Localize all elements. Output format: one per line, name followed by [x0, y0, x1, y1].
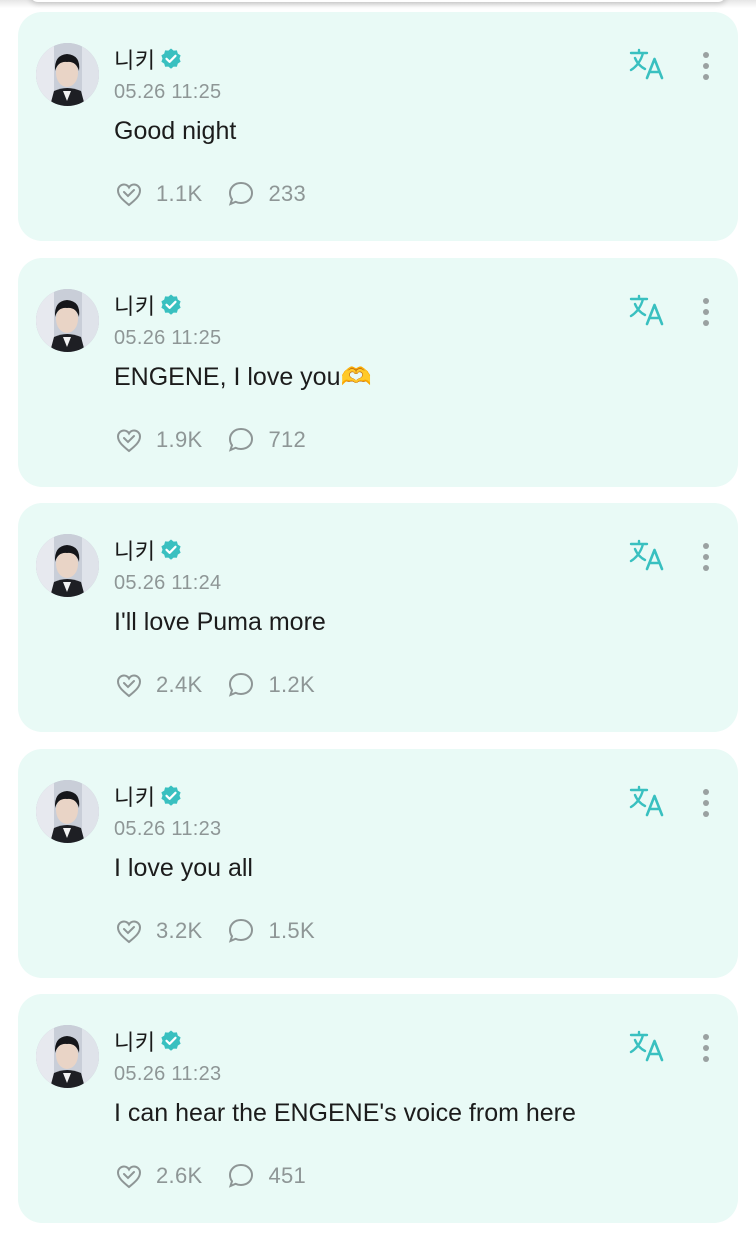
- comment-count: 1.5K: [268, 917, 315, 943]
- post-text: I'll love Puma more: [114, 608, 326, 636]
- like-count: 3.2K: [156, 917, 203, 943]
- more-vertical-icon[interactable]: [694, 50, 718, 82]
- author-name[interactable]: 니키: [114, 289, 155, 321]
- translate-icon[interactable]: [628, 1030, 666, 1062]
- post-text: Good night: [114, 117, 237, 145]
- like-stat[interactable]: 3.2K: [114, 916, 202, 946]
- comment-count: 233: [268, 181, 307, 206]
- more-vertical-icon[interactable]: [694, 541, 718, 573]
- like-stat[interactable]: 1.1K: [114, 179, 202, 209]
- comment-stat[interactable]: 1.2K: [226, 670, 315, 700]
- post-text: ENGENE, I love you🫶: [114, 362, 372, 391]
- author-row: 니키: [114, 43, 183, 75]
- avatar[interactable]: [36, 43, 99, 106]
- avatar[interactable]: [36, 779, 99, 843]
- like-heart-icon[interactable]: [114, 179, 144, 209]
- post-card[interactable]: 니키 05.26 11:24 I'll love Puma more 2.4K …: [18, 503, 738, 732]
- post-stats: 1.9K 712: [114, 425, 330, 455]
- post-card[interactable]: 니키 05.26 11:25 Good night 1.1K 233: [18, 12, 738, 241]
- like-stat[interactable]: 2.4K: [114, 670, 202, 700]
- author-name[interactable]: 니키: [114, 780, 155, 812]
- comment-bubble-icon[interactable]: [226, 179, 256, 209]
- translate-icon[interactable]: [628, 785, 666, 817]
- more-vertical-icon[interactable]: [694, 296, 718, 328]
- avatar[interactable]: [36, 534, 99, 597]
- comment-stat[interactable]: 233: [226, 179, 306, 209]
- like-count: 1.9K: [156, 426, 203, 452]
- post-timestamp: 05.26 11:23: [114, 1063, 222, 1085]
- author-name[interactable]: 니키: [114, 534, 155, 566]
- post-feed: 니키 05.26 11:25 Good night 1.1K 233 니키 05…: [18, 12, 738, 1240]
- post-card[interactable]: 니키 05.26 11:23 I love you all 3.2K 1.5K: [18, 748, 738, 978]
- comment-count: 451: [268, 1163, 307, 1188]
- translate-icon[interactable]: [628, 48, 666, 80]
- author-name[interactable]: 니키: [114, 43, 155, 75]
- avatar[interactable]: [36, 288, 99, 352]
- like-count: 2.6K: [156, 1163, 203, 1188]
- like-heart-icon[interactable]: [114, 916, 144, 946]
- post-timestamp: 05.26 11:24: [114, 572, 222, 594]
- comment-stat[interactable]: 451: [226, 1161, 306, 1191]
- comment-bubble-icon[interactable]: [226, 916, 256, 946]
- verified-check-icon: [161, 785, 182, 806]
- like-count: 1.1K: [156, 181, 203, 206]
- post-stats: 2.6K 451: [114, 1161, 330, 1191]
- like-count: 2.4K: [156, 672, 203, 697]
- verified-check-icon: [161, 1030, 182, 1051]
- verified-check-icon: [161, 294, 182, 315]
- post-text: I love you all: [114, 853, 253, 882]
- more-vertical-icon[interactable]: [694, 787, 718, 819]
- post-card[interactable]: 니키 05.26 11:25 ENGENE, I love you🫶 1.9K …: [18, 257, 738, 487]
- comment-bubble-icon[interactable]: [226, 1161, 256, 1191]
- author-row: 니키: [114, 289, 183, 321]
- author-row: 니키: [114, 780, 183, 812]
- post-timestamp: 05.26 11:25: [114, 326, 222, 349]
- translate-icon[interactable]: [628, 294, 666, 326]
- post-timestamp: 05.26 11:25: [114, 81, 222, 103]
- post-stats: 3.2K 1.5K: [114, 916, 339, 946]
- avatar[interactable]: [36, 1025, 99, 1088]
- comment-bubble-icon[interactable]: [226, 670, 256, 700]
- comment-stat[interactable]: 1.5K: [226, 916, 315, 946]
- verified-check-icon: [161, 48, 182, 69]
- comment-stat[interactable]: 712: [226, 425, 306, 455]
- verified-check-icon: [161, 539, 182, 560]
- more-vertical-icon[interactable]: [694, 1032, 718, 1064]
- post-card[interactable]: 니키 05.26 11:23 I can hear the ENGENE's v…: [18, 994, 738, 1223]
- like-heart-icon[interactable]: [114, 1161, 144, 1191]
- post-stats: 2.4K 1.2K: [114, 670, 339, 700]
- author-row: 니키: [114, 1025, 183, 1057]
- like-stat[interactable]: 2.6K: [114, 1161, 202, 1191]
- post-text: I can hear the ENGENE's voice from here: [114, 1099, 576, 1127]
- post-stats: 1.1K 233: [114, 179, 330, 209]
- like-heart-icon[interactable]: [114, 670, 144, 700]
- top-sheet-edge: [30, 0, 726, 2]
- author-row: 니키: [114, 534, 183, 566]
- like-heart-icon[interactable]: [114, 425, 144, 455]
- comment-count: 712: [268, 426, 307, 452]
- comment-bubble-icon[interactable]: [226, 425, 256, 455]
- translate-icon[interactable]: [628, 539, 666, 571]
- post-timestamp: 05.26 11:23: [114, 817, 222, 840]
- comment-count: 1.2K: [268, 672, 315, 697]
- author-name[interactable]: 니키: [114, 1025, 155, 1057]
- like-stat[interactable]: 1.9K: [114, 425, 202, 455]
